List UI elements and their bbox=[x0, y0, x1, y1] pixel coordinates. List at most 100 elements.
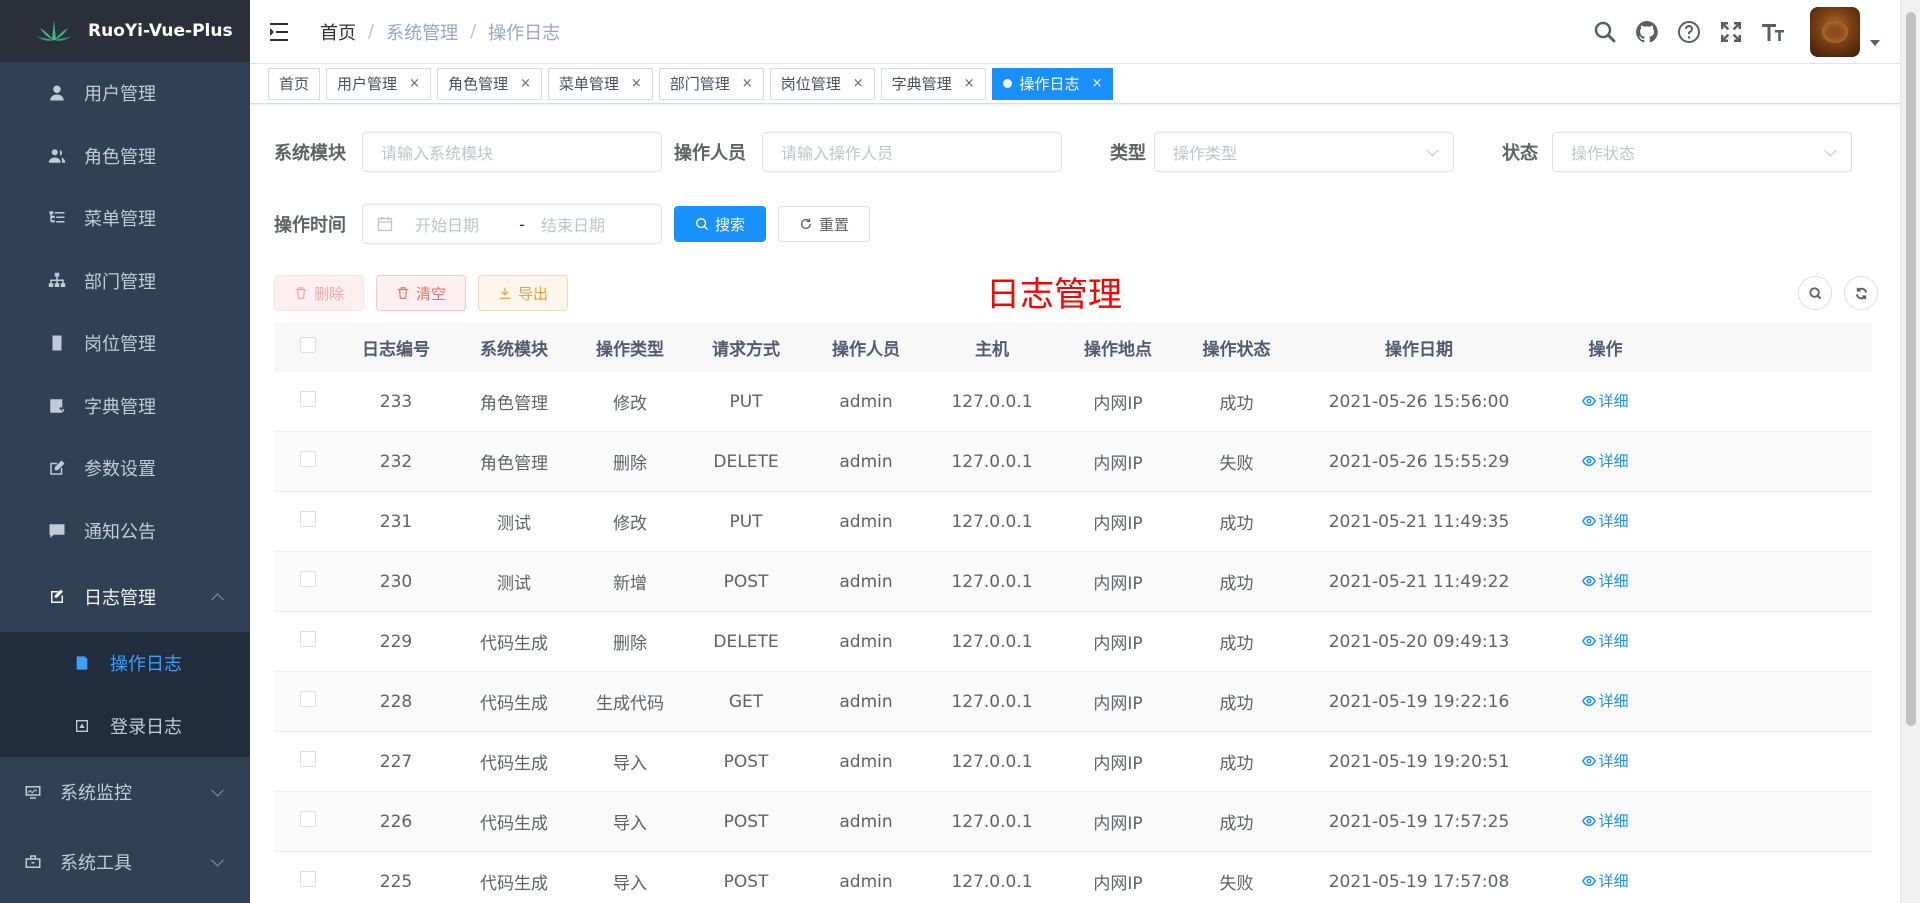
cell-module: 代码生成 bbox=[480, 694, 548, 714]
row-checkbox[interactable] bbox=[300, 511, 316, 527]
table-row[interactable]: 232 角色管理 删除 DELETE admin 127.0.0.1 内网IP 失败 2021-… bbox=[274, 432, 1872, 492]
detail-link[interactable]: 详细 bbox=[1582, 450, 1629, 471]
caret-down-icon[interactable] bbox=[1870, 40, 1880, 46]
search-button[interactable]: 搜索 bbox=[674, 206, 766, 242]
cell-method: PUT bbox=[729, 391, 763, 412]
fullscreen-icon[interactable] bbox=[1718, 19, 1744, 45]
sidebar-item-8[interactable]: 通知公告 bbox=[0, 500, 250, 563]
select-all-checkbox[interactable] bbox=[300, 336, 316, 353]
row-checkbox[interactable] bbox=[300, 751, 316, 767]
operator-placeholder: 请输入操作人员 bbox=[781, 144, 894, 163]
detail-link[interactable]: 详细 bbox=[1582, 390, 1629, 411]
close-icon[interactable]: × bbox=[964, 76, 975, 91]
detail-link[interactable]: 详细 bbox=[1582, 570, 1629, 591]
sidebar-item-login-log[interactable]: 登录日志 bbox=[0, 695, 250, 758]
table-row[interactable]: 233 角色管理 修改 PUT admin 127.0.0.1 内网IP 成功 2021-05-… bbox=[274, 372, 1872, 432]
tab-label: 部门管理 bbox=[669, 75, 730, 93]
date-range-input[interactable]: 开始日期 - 结束日期 bbox=[362, 204, 662, 244]
export-button[interactable]: 导出 bbox=[478, 275, 568, 311]
close-icon[interactable]: × bbox=[520, 76, 531, 91]
sidebar-item-label: 参数设置 bbox=[84, 459, 156, 481]
row-checkbox[interactable] bbox=[300, 871, 316, 887]
clear-button[interactable]: 清空 bbox=[376, 275, 466, 311]
cell-host: 127.0.0.1 bbox=[951, 871, 1033, 892]
table-row[interactable]: 225 代码生成 导入 POST admin 127.0.0.1 内网IP 失败 2021-05… bbox=[274, 852, 1872, 903]
refresh-button[interactable] bbox=[1844, 276, 1878, 310]
close-icon[interactable]: × bbox=[409, 76, 420, 91]
cell-host: 127.0.0.1 bbox=[951, 511, 1033, 532]
view-icon bbox=[1582, 815, 1597, 826]
row-checkbox[interactable] bbox=[300, 631, 316, 647]
row-checkbox[interactable] bbox=[300, 691, 316, 707]
edit-icon bbox=[48, 459, 66, 477]
delete-button[interactable]: 删除 bbox=[274, 275, 364, 311]
view-icon bbox=[1582, 755, 1597, 766]
cell-location: 内网IP bbox=[1093, 814, 1143, 834]
sidebar-item-2[interactable]: 角色管理 bbox=[0, 125, 250, 188]
row-checkbox[interactable] bbox=[300, 391, 316, 407]
sidebar-item-system-tools[interactable]: 系统工具 bbox=[0, 827, 250, 897]
table-row[interactable]: 230 测试 新增 POST admin 127.0.0.1 内网IP 成功 2021-05-2… bbox=[274, 552, 1872, 612]
cell-type: 生成代码 bbox=[596, 694, 664, 714]
table-row[interactable]: 231 测试 修改 PUT admin 127.0.0.1 内网IP 成功 2021-05-21… bbox=[274, 492, 1872, 552]
cell-date: 2021-05-19 19:20:51 bbox=[1328, 751, 1510, 772]
tab-7[interactable]: 字典管理 × bbox=[880, 67, 986, 100]
logo[interactable]: RuoYi-Vue-Plus bbox=[0, 0, 250, 62]
detail-link[interactable]: 详细 bbox=[1582, 690, 1629, 711]
detail-link[interactable]: 详细 bbox=[1582, 510, 1629, 531]
scrollbar-thumb[interactable] bbox=[1906, 12, 1916, 726]
sidebar-item-4[interactable]: 部门管理 bbox=[0, 250, 250, 313]
type-select[interactable]: 操作类型 bbox=[1154, 132, 1454, 172]
close-icon[interactable]: × bbox=[742, 76, 753, 91]
sidebar-item-log-management[interactable]: 日志管理 bbox=[0, 562, 250, 632]
module-input[interactable]: 请输入系统模块 bbox=[362, 132, 662, 172]
reset-button[interactable]: 重置 bbox=[778, 206, 870, 242]
end-date-placeholder[interactable]: 结束日期 bbox=[541, 212, 605, 236]
breadcrumb: 首页 / 系统管理 / 操作日志 bbox=[320, 19, 560, 45]
tab-3[interactable]: 角色管理 × bbox=[436, 67, 542, 100]
tab-4[interactable]: 菜单管理 × bbox=[547, 67, 653, 100]
sidebar-item-operation-log[interactable]: 操作日志 bbox=[0, 632, 250, 695]
operator-input[interactable]: 请输入操作人员 bbox=[762, 132, 1062, 172]
cell-operator: admin bbox=[839, 511, 893, 532]
row-checkbox[interactable] bbox=[300, 571, 316, 587]
page-scrollbar[interactable] bbox=[1900, 0, 1920, 903]
github-icon[interactable] bbox=[1634, 19, 1660, 45]
sidebar-item-system-monitor[interactable]: 系统监控 bbox=[0, 757, 250, 827]
tab-6[interactable]: 岗位管理 × bbox=[769, 67, 875, 100]
cell-module: 代码生成 bbox=[480, 754, 548, 774]
cell-location: 内网IP bbox=[1093, 514, 1143, 534]
table-row[interactable]: 229 代码生成 删除 DELETE admin 127.0.0.1 内网IP 成功 2021-… bbox=[274, 612, 1872, 672]
question-icon[interactable] bbox=[1676, 19, 1702, 45]
font-size-icon[interactable] bbox=[1760, 19, 1786, 45]
tab-1[interactable]: 首页 bbox=[268, 67, 321, 100]
row-checkbox[interactable] bbox=[300, 811, 316, 827]
detail-link[interactable]: 详细 bbox=[1582, 810, 1629, 831]
tab-5[interactable]: 部门管理 × bbox=[658, 67, 764, 100]
toggle-search-button[interactable] bbox=[1798, 276, 1832, 310]
breadcrumb-home[interactable]: 首页 bbox=[320, 19, 356, 45]
sidebar-item-3[interactable]: 菜单管理 bbox=[0, 187, 250, 250]
detail-link[interactable]: 详细 bbox=[1582, 870, 1629, 891]
sidebar-item-6[interactable]: 字典管理 bbox=[0, 375, 250, 438]
status-select[interactable]: 操作状态 bbox=[1552, 132, 1852, 172]
start-date-placeholder[interactable]: 开始日期 bbox=[415, 212, 507, 236]
sidebar-item-5[interactable]: 岗位管理 bbox=[0, 312, 250, 375]
sidebar-item-1[interactable]: 用户管理 bbox=[0, 62, 250, 125]
table-row[interactable]: 228 代码生成 生成代码 GET admin 127.0.0.1 内网IP 成功 2021-0… bbox=[274, 672, 1872, 732]
close-icon[interactable]: × bbox=[1092, 76, 1103, 91]
row-checkbox[interactable] bbox=[300, 451, 316, 467]
tab-2[interactable]: 用户管理 × bbox=[326, 67, 431, 100]
detail-link[interactable]: 详细 bbox=[1582, 630, 1629, 651]
close-icon[interactable]: × bbox=[853, 76, 864, 91]
search-icon[interactable] bbox=[1592, 19, 1618, 45]
row-checkbox-cell bbox=[274, 691, 342, 712]
hamburger-icon[interactable] bbox=[270, 22, 294, 42]
table-row[interactable]: 227 代码生成 导入 POST admin 127.0.0.1 内网IP 成功 2021-05… bbox=[274, 732, 1872, 792]
avatar[interactable] bbox=[1810, 7, 1860, 57]
close-icon[interactable]: × bbox=[631, 76, 642, 91]
sidebar-item-7[interactable]: 参数设置 bbox=[0, 437, 250, 500]
tab-8[interactable]: 操作日志 × bbox=[991, 67, 1114, 100]
detail-link[interactable]: 详细 bbox=[1582, 750, 1629, 771]
table-row[interactable]: 226 代码生成 导入 POST admin 127.0.0.1 内网IP 成功 2021-05… bbox=[274, 792, 1872, 852]
